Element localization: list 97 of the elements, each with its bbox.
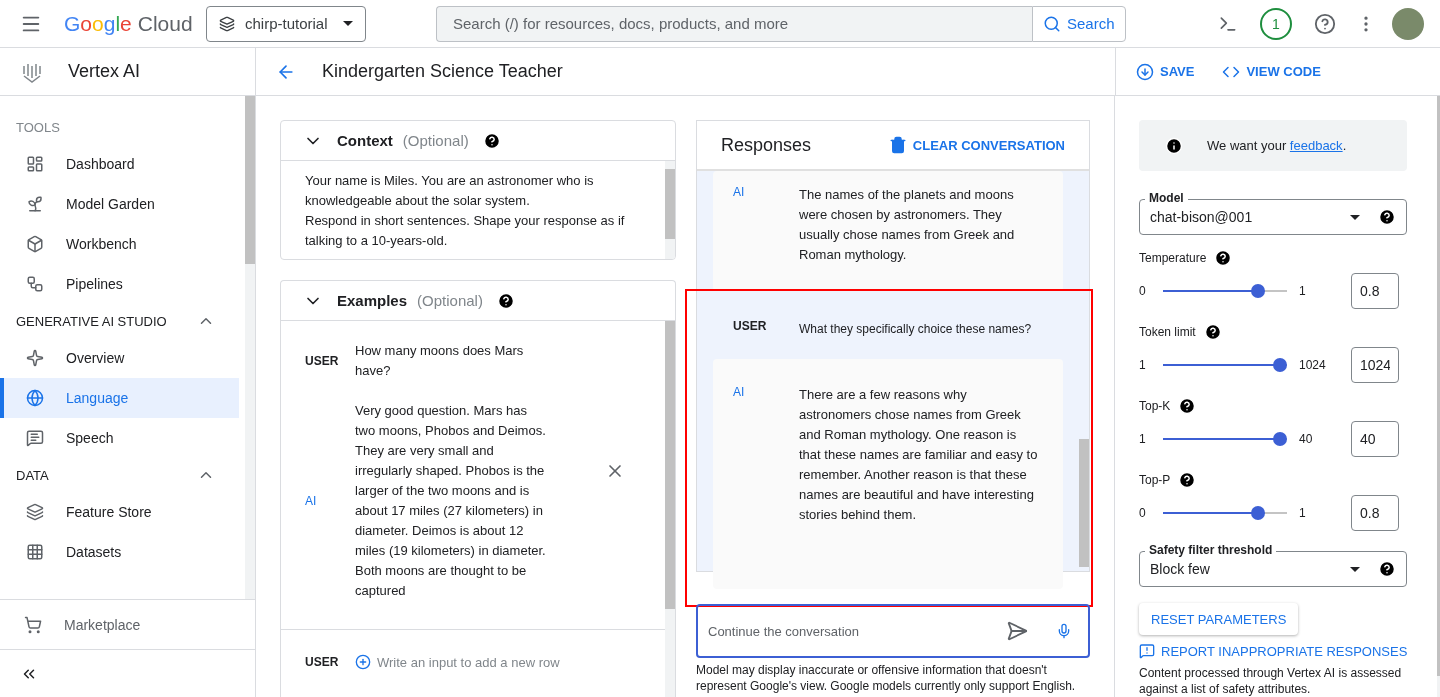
role-label: USER xyxy=(304,354,340,368)
feedback-text: We want your feedback. xyxy=(1207,138,1347,154)
sidebar-item[interactable]: Language xyxy=(0,378,239,418)
sidebar-item[interactable]: Speech xyxy=(0,418,239,458)
help-icon[interactable] xyxy=(1378,208,1397,227)
cart-icon xyxy=(24,615,42,634)
example-text[interactable]: Very good question. Mars has two moons, Phobos and Deimos. They are very small and irregularly shaped. Phobos is the larger of the two moons and is about 17 miles (27 kilometers) in diameter. Deimos is about 12 miles (19 kilometers) in diameter. Both moons are thought to be captured xyxy=(355,401,547,601)
parameter-label: Token limit xyxy=(1139,325,1196,340)
grid-icon xyxy=(26,543,44,561)
help-icon[interactable] xyxy=(1178,471,1197,490)
role-label: AI xyxy=(304,494,318,508)
new-row-placeholder[interactable]: Write an input to add a new row xyxy=(377,654,560,670)
section-label: TOOLS xyxy=(16,119,60,135)
report-icon xyxy=(1139,643,1155,659)
logo[interactable]: Google Cloud xyxy=(64,11,194,36)
sparkle-icon xyxy=(26,349,44,367)
page-title: Kindergarten Science Teacher xyxy=(322,61,563,82)
sidebar-item[interactable]: Model Garden xyxy=(0,184,239,224)
help-icon[interactable] xyxy=(1378,560,1397,579)
optional-label: (Optional) xyxy=(402,132,469,149)
role-label: USER xyxy=(732,319,768,335)
search-icon xyxy=(1043,14,1061,33)
role-label: AI xyxy=(732,385,746,401)
sidebar-item[interactable]: Dashboard xyxy=(0,144,239,184)
project-icon xyxy=(219,15,235,32)
caret-icon xyxy=(343,21,353,26)
save-button[interactable]: SAVE xyxy=(1136,62,1195,81)
avatar[interactable] xyxy=(1392,7,1424,40)
sidebar-item[interactable]: Feature Store xyxy=(0,492,239,532)
slider-max-label: 1 xyxy=(1298,284,1307,299)
scrollbar[interactable] xyxy=(1079,439,1089,567)
project-selector[interactable]: chirp-tutorial xyxy=(206,5,366,42)
card-title: Context xyxy=(337,132,393,149)
dashboard-icon xyxy=(26,155,44,173)
help-icon[interactable] xyxy=(482,131,501,150)
safety-note: Content processed through Vertex AI is assessed against a list of safety attributes. xyxy=(1139,665,1403,697)
product-title: Vertex AI xyxy=(68,61,141,82)
help-icon[interactable] xyxy=(1214,249,1233,268)
report-button[interactable]: REPORT INAPPROPRIATE RESPONSES xyxy=(1139,643,1408,659)
role-label: USER xyxy=(304,655,340,669)
scrollbar[interactable] xyxy=(665,321,675,697)
role-label: AI xyxy=(732,185,746,201)
sidebar-item[interactable]: Marketplace xyxy=(0,599,255,649)
slider-min-label: 0 xyxy=(1139,506,1147,521)
caret-icon xyxy=(1350,566,1361,572)
slider-min-label: 1 xyxy=(1139,358,1147,373)
section-label: DATA xyxy=(16,467,49,483)
sprout-icon xyxy=(26,195,44,213)
slider-min-label: 1 xyxy=(1139,432,1147,447)
globe-icon xyxy=(26,389,44,407)
microphone-icon[interactable] xyxy=(1056,623,1072,639)
send-icon[interactable] xyxy=(1006,620,1028,642)
download-icon xyxy=(1136,62,1154,81)
search-button[interactable]: Search xyxy=(1032,5,1126,42)
pipeline-icon xyxy=(26,275,44,293)
card-title: Examples xyxy=(337,292,408,309)
sidebar-item[interactable]: Pipelines xyxy=(0,264,239,304)
scrollbar[interactable] xyxy=(245,96,255,599)
user-message: What they specifically choice these names? xyxy=(799,321,1033,338)
info-icon xyxy=(1165,136,1183,155)
section-label: GENERATIVE AI STUDIO xyxy=(16,313,167,329)
sidebar-item[interactable]: Overview xyxy=(0,338,239,378)
value-field[interactable]: 40 xyxy=(1351,421,1399,458)
disclaimer-text: Model may display inaccurate or offensive information that doesn't represent Google's view. Google models currently only support English. xyxy=(696,662,1077,694)
help-icon[interactable] xyxy=(496,291,515,310)
parameter-label: Top-P xyxy=(1139,473,1171,488)
slider-min-label: 0 xyxy=(1139,284,1147,299)
value-field[interactable]: 1024 xyxy=(1351,347,1399,384)
slider-max-label: 40 xyxy=(1298,432,1314,447)
value-field[interactable]: 0.8 xyxy=(1351,495,1399,532)
search-field[interactable]: Search (/) for resources, docs, products, and more xyxy=(436,5,1032,42)
caret-icon xyxy=(1350,214,1361,220)
slider-max-label: 1 xyxy=(1298,506,1307,521)
card-title: Responses xyxy=(721,134,812,156)
parameter-label: Top-K xyxy=(1139,399,1171,414)
help-icon[interactable] xyxy=(1178,397,1197,416)
response-text: The names of the planets and moons were chosen by astronomers. They usually chose names from Greek and Roman mythology. xyxy=(799,186,1016,264)
notification-badge[interactable]: 1 xyxy=(1260,7,1292,40)
feedback-link[interactable]: feedback xyxy=(1289,138,1343,154)
scrollbar[interactable] xyxy=(665,161,675,259)
response-text: There are a few reasons why astronomers chose names from Greek and Roman mythology. One reason is that these names are familiar and easy to remember. Another reason is that these names are beautiful and have interesting stories behind them. xyxy=(799,386,1039,524)
example-text[interactable]: How many moons does Mars have? xyxy=(355,341,547,381)
sidebar-item[interactable]: Workbench xyxy=(0,224,239,264)
reset-parameters-button[interactable]: RESET PARAMETERS xyxy=(1139,603,1299,635)
value-field[interactable]: 0.8 xyxy=(1351,273,1399,310)
message-icon xyxy=(26,429,44,447)
layers-icon xyxy=(26,503,44,521)
trash-icon xyxy=(888,136,907,154)
slider-max-label: 1024 xyxy=(1298,358,1327,373)
context-text[interactable]: Your name is Miles. You are an astronomer who is knowledgeable about the solar system. Respond in short sentences. Shape your response as if talking to a 10-years-old. xyxy=(281,161,665,259)
parameter-label: Temperature xyxy=(1139,251,1207,266)
add-icon[interactable] xyxy=(355,654,371,670)
optional-label: (Optional) xyxy=(417,292,483,309)
help-icon[interactable] xyxy=(1203,323,1222,342)
sidebar-item[interactable]: Datasets xyxy=(0,532,239,572)
clear-conversation-button[interactable]: CLEAR CONVERSATION xyxy=(888,136,1065,154)
view-code-button[interactable]: VIEW CODE xyxy=(1222,62,1321,81)
